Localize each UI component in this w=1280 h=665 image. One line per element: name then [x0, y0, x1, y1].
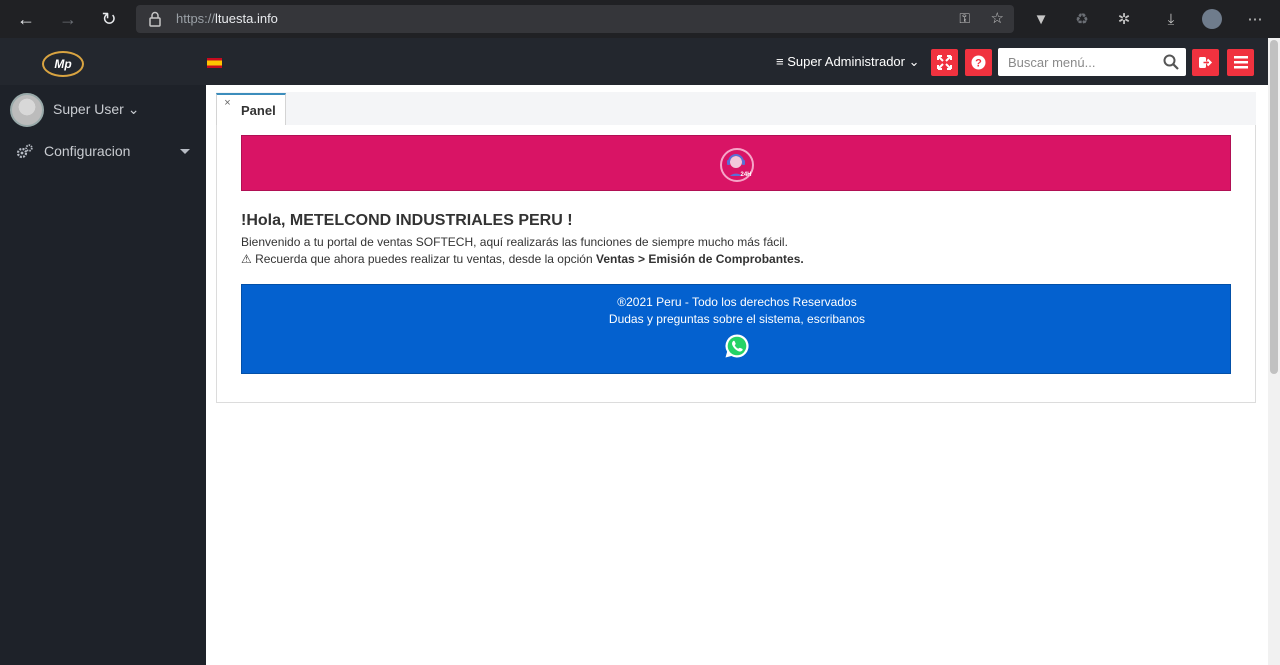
reload-icon[interactable]: ↻ — [93, 3, 125, 35]
expand-icon — [937, 55, 952, 70]
notice-prefix: ⚠ Recuerda que ahora puedes realizar tu … — [241, 252, 596, 266]
vpn-extension-icon[interactable]: ▼ — [1030, 8, 1052, 30]
notice-bold-path: Ventas > Emisión de Comprobantes. — [595, 252, 804, 266]
sidebar — [0, 85, 206, 665]
back-arrow-icon[interactable]: ← — [10, 3, 42, 35]
user-avatar[interactable] — [10, 93, 44, 127]
question-icon: ? — [971, 55, 986, 70]
user-name-dropdown[interactable]: Super User ⌄ — [53, 101, 139, 118]
url-host: ltuesta.info — [215, 11, 278, 26]
menu-search-input[interactable] — [998, 48, 1158, 76]
support-badge-text: 24H — [740, 172, 751, 178]
download-icon[interactable]: ⤓ — [1160, 8, 1182, 30]
logout-button[interactable] — [1192, 49, 1219, 76]
more-menu-icon[interactable]: ⋯ — [1244, 8, 1266, 30]
app-logo[interactable]: Mp — [42, 51, 84, 77]
footer-banner: ®2021 Peru - Todo los derechos Reservado… — [241, 284, 1231, 374]
bars-icon — [1233, 56, 1248, 69]
recycle-extension-icon[interactable]: ♻ — [1071, 8, 1093, 30]
menu-search-box — [998, 48, 1186, 76]
help-button[interactable]: ? — [965, 49, 992, 76]
address-bar[interactable]: https://ltuesta.info ⚿ ☆ — [136, 5, 1014, 33]
hamburger-menu-button[interactable] — [1227, 49, 1254, 76]
forward-arrow-icon[interactable]: → — [52, 3, 84, 35]
url-text: https://ltuesta.info — [176, 11, 278, 26]
logo-text: Mp — [54, 57, 72, 71]
tab-label: Panel — [241, 103, 276, 118]
tab-panel[interactable]: × Panel — [216, 93, 286, 126]
sidebar-item-label: Configuracion — [44, 143, 131, 159]
search-icon[interactable] — [1163, 54, 1179, 70]
key-icon[interactable]: ⚿ — [959, 10, 970, 27]
sign-out-icon — [1199, 57, 1213, 68]
lock-icon — [149, 11, 161, 27]
caret-down-icon — [180, 149, 190, 154]
page-scrollbar[interactable] — [1268, 38, 1280, 665]
greeting-title: !Hola, METELCOND INDUSTRIALES PERU ! — [241, 212, 573, 229]
profile-avatar-icon[interactable] — [1202, 9, 1222, 29]
scrollbar-thumb[interactable] — [1270, 40, 1278, 374]
fullscreen-button[interactable] — [931, 49, 958, 76]
svg-text:?: ? — [975, 58, 982, 70]
contact-text: Dudas y preguntas sobre el sistema, escr… — [608, 312, 866, 326]
copyright-text: ®2021 Peru - Todo los derechos Reservado… — [617, 295, 857, 309]
puzzle-extension-icon[interactable]: ✲ — [1113, 8, 1135, 30]
url-scheme: https:// — [176, 11, 216, 26]
admin-role-menu[interactable]: ≡ Super Administrador ⌄ — [776, 54, 919, 70]
favorite-star-icon[interactable]: ☆ — [991, 9, 1004, 27]
close-tab-icon[interactable]: × — [221, 97, 234, 110]
support-banner: 24H — [241, 135, 1231, 191]
tab-strip — [216, 92, 1256, 126]
whatsapp-icon[interactable] — [724, 333, 750, 359]
gears-icon — [16, 144, 33, 159]
notice-text: ⚠ Recuerda que ahora puedes realizar tu … — [241, 252, 804, 266]
support-24h-icon: 24H — [720, 148, 754, 182]
browser-toolbar: ← → ↻ https://ltuesta.info ⚿ ☆ ▼ ♻ ✲ ⤓ ⋯ — [0, 0, 1280, 38]
spain-flag-icon[interactable] — [207, 58, 222, 68]
welcome-text: Bienvenido a tu portal de ventas SOFTECH… — [241, 235, 788, 249]
sidebar-item-configuracion[interactable]: Configuracion — [16, 142, 196, 162]
